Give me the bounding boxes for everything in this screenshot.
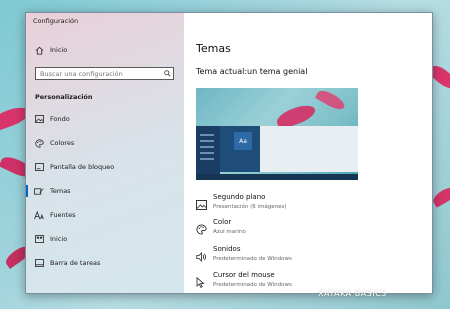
sidebar-item-temas[interactable]: Temas xyxy=(26,181,184,201)
search-input[interactable] xyxy=(36,68,162,79)
sidebar-item-label: Pantalla de bloqueo xyxy=(50,163,115,171)
cursor-icon xyxy=(196,273,207,288)
setting-cursor-del-mouse[interactable]: Cursor del mouse Predeterminado de Windo… xyxy=(196,271,426,293)
sidebar-item-home[interactable]: Inicio xyxy=(26,40,184,60)
sidebar-item-colores[interactable]: Colores xyxy=(26,133,184,153)
themes-icon xyxy=(34,186,44,196)
sidebar-item-label: Colores xyxy=(50,139,75,147)
search-icon[interactable] xyxy=(162,70,172,77)
fonts-icon xyxy=(34,210,44,220)
setting-value: Predeterminado de Windows xyxy=(213,282,292,288)
setting-label: Sonidos xyxy=(213,245,241,253)
setting-label: Segundo plano xyxy=(213,193,266,201)
lock-screen-icon xyxy=(34,162,44,172)
search-box[interactable] xyxy=(35,67,174,80)
palette-icon xyxy=(196,220,207,235)
current-theme-heading: Tema actual:un tema genial xyxy=(196,67,308,76)
theme-preview: Aa xyxy=(196,88,358,180)
sidebar-item-label: Barra de tareas xyxy=(50,259,101,267)
settings-window: Inicio Personalización Fondo Colores xyxy=(25,12,433,294)
section-title: Personalización xyxy=(35,93,93,101)
sidebar-item-label: Fuentes xyxy=(50,211,76,219)
setting-sonidos[interactable]: Sonidos Predeterminado de Windows xyxy=(196,245,426,269)
sidebar-item-fuentes[interactable]: Fuentes xyxy=(26,205,184,225)
sidebar-item-label: Inicio xyxy=(50,235,68,243)
setting-color[interactable]: Color Azul marino xyxy=(196,218,426,242)
setting-value: Presentación (6 imágenes) xyxy=(213,204,287,210)
preview-start-menu xyxy=(196,126,220,180)
window-title: Configuración xyxy=(33,17,79,25)
sidebar-item-label: Inicio xyxy=(50,46,68,54)
start-icon xyxy=(34,234,44,244)
sidebar: Inicio Personalización Fondo Colores xyxy=(26,13,184,293)
sidebar-item-fondo[interactable]: Fondo xyxy=(26,109,184,129)
sidebar-item-barra-de-tareas[interactable]: Barra de tareas xyxy=(26,253,184,273)
page-title: Temas xyxy=(196,42,231,55)
picture-icon xyxy=(34,114,44,124)
main-content: Temas Tema actual:un tema genial Aa Segu… xyxy=(184,13,432,293)
sidebar-item-inicio[interactable]: Inicio xyxy=(26,229,184,249)
palette-icon xyxy=(34,138,44,148)
preview-tile: Aa xyxy=(234,132,252,150)
picture-icon xyxy=(196,195,207,210)
sidebar-item-pantalla-de-bloqueo[interactable]: Pantalla de bloqueo xyxy=(26,157,184,177)
preview-window xyxy=(260,126,358,172)
sidebar-item-label: Fondo xyxy=(50,115,70,123)
setting-segundo-plano[interactable]: Segundo plano Presentación (6 imágenes) xyxy=(196,193,426,217)
wallpaper-petal xyxy=(430,184,450,208)
setting-label: Color xyxy=(213,218,232,226)
setting-value: Azul marino xyxy=(213,229,246,235)
taskbar-icon xyxy=(34,258,44,268)
preview-flower xyxy=(315,88,347,113)
speaker-icon xyxy=(196,247,207,262)
home-icon xyxy=(34,45,44,55)
sidebar-item-label: Temas xyxy=(50,187,71,195)
preview-taskbar xyxy=(196,174,358,180)
watermark: XATAKA BASICS xyxy=(318,289,387,298)
setting-label: Cursor del mouse xyxy=(213,271,275,279)
setting-value: Predeterminado de Windows xyxy=(213,256,292,262)
